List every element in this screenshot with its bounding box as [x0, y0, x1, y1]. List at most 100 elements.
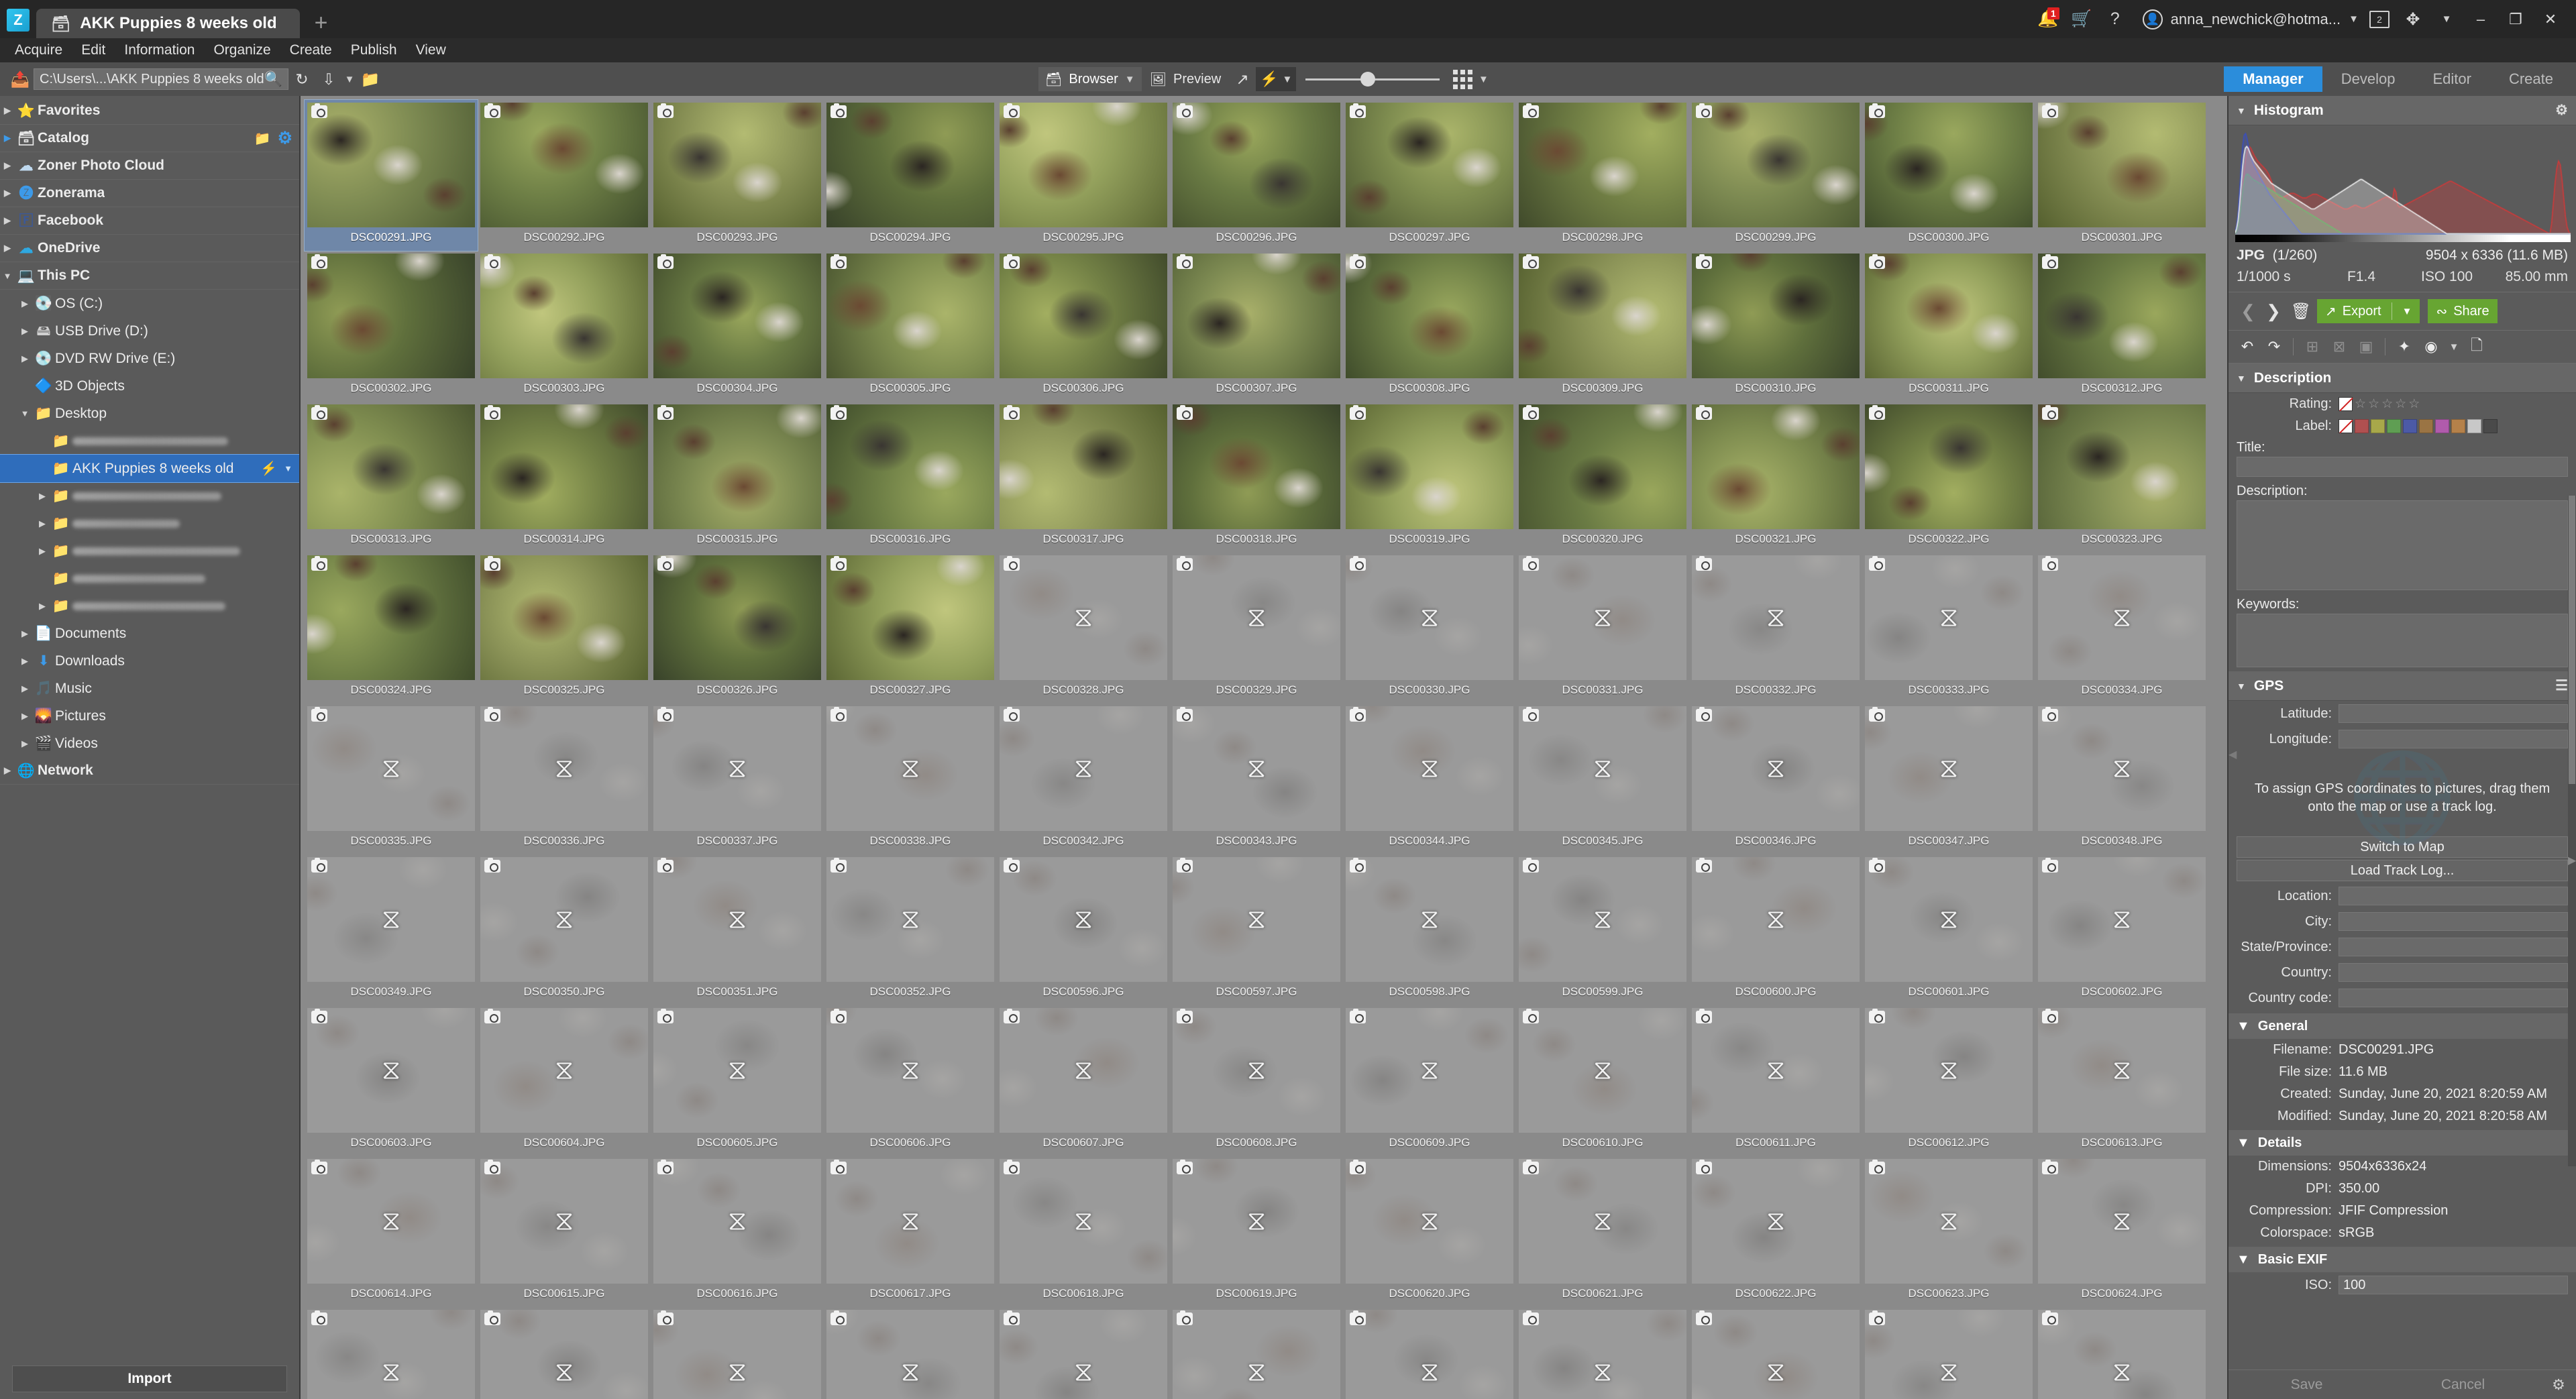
sidebar-item-documents[interactable]: ▶ 📄 Documents [0, 620, 299, 647]
thumbnail-cell[interactable]: ⧖ DSC00613.JPG [2035, 1005, 2208, 1156]
thumbnail-cell[interactable]: ⧖ [997, 1307, 1170, 1399]
label-swatch-8[interactable] [2483, 419, 2498, 433]
import-button[interactable]: Import [12, 1365, 287, 1392]
label-color-swatches[interactable] [2339, 419, 2498, 433]
thumbnail-cell[interactable]: ⧖ DSC00618.JPG [997, 1156, 1170, 1307]
label-swatch-1[interactable] [2371, 419, 2385, 433]
thumbnail-cell[interactable]: ⧖ DSC00334.JPG [2035, 553, 2208, 704]
sidebar-item-zoner-photo-cloud[interactable]: ▶ ☁ Zoner Photo Cloud [0, 152, 299, 180]
thumbnail-cell[interactable]: ⧖ DSC00607.JPG [997, 1005, 1170, 1156]
sidebar-item-akk-puppies-8-weeks-old[interactable]: ▶📁AKK Puppies 8 weeks old⚡▼ [0, 454, 299, 483]
thumbnail-cell[interactable]: ⧖ DSC00336.JPG [478, 704, 651, 854]
thumbnail-cell[interactable]: ⧖ DSC00619.JPG [1170, 1156, 1343, 1307]
longitude-input[interactable] [2339, 730, 2568, 748]
panel-expand-arrow-icon[interactable]: ▶ [2568, 854, 2576, 867]
thumbnail-cell[interactable]: ⧖ [2035, 1307, 2208, 1399]
chevron-right-icon[interactable]: ▶ [17, 683, 32, 694]
thumbnail-cell[interactable]: ⧖ DSC00349.JPG [305, 854, 478, 1005]
panel-settings-gear-icon[interactable]: ⚙ [2541, 1376, 2576, 1394]
switch-to-map-button[interactable]: Switch to Map [2237, 836, 2568, 858]
chevron-right-icon[interactable]: ▶ [17, 656, 32, 667]
lightning-icon[interactable]: ⚡ [260, 460, 277, 477]
stack-icon[interactable]: ◉ [2420, 337, 2442, 357]
menu-organize[interactable]: Organize [204, 40, 280, 60]
label-none-swatch[interactable] [2339, 419, 2353, 433]
thumbnail-cell[interactable]: ⧖ DSC00605.JPG [651, 1005, 824, 1156]
chevron-right-icon[interactable]: ▶ [17, 628, 32, 639]
thumbnail-cell[interactable]: ⧖ DSC00347.JPG [1862, 704, 2035, 854]
fullscreen-chevron-down-icon[interactable]: ▼ [2430, 3, 2463, 36]
country-code-input[interactable] [2339, 989, 2568, 1007]
chevron-right-icon[interactable]: ▶ [17, 738, 32, 749]
sidebar-item-redacted-12[interactable]: ▶📁 [0, 427, 299, 455]
thumbnail-cell[interactable]: ⧖ DSC00600.JPG [1689, 854, 1862, 1005]
description-textarea[interactable] [2237, 500, 2568, 590]
path-input[interactable]: C:\Users\...\AKK Puppies 8 weeks old 🔍 [34, 68, 288, 90]
search-icon[interactable]: 🔍 [264, 70, 282, 88]
rating-stars[interactable]: ☆ ☆ ☆ ☆ ☆ [2339, 396, 2420, 412]
quick-filter-button[interactable]: ⚡ ▼ [1256, 67, 1297, 91]
thumbnail-cell[interactable]: DSC00311.JPG [1862, 251, 2035, 402]
thumbnail-cell[interactable]: ⧖ DSC00622.JPG [1689, 1156, 1862, 1307]
thumbnail-cell[interactable]: ⧖ DSC00330.JPG [1343, 553, 1516, 704]
sidebar-item-pictures[interactable]: ▶ 🌄 Pictures [0, 702, 299, 730]
delete-icon[interactable]: 🗑 [2288, 300, 2314, 323]
sidebar-item-network[interactable]: ▶ 🌐 Network [0, 757, 299, 785]
grid-chevron-down-icon[interactable]: ▼ [1476, 66, 1491, 93]
grid-layout-icon[interactable] [1449, 66, 1476, 93]
histogram-section-header[interactable]: ▼ Histogram ⚙ [2229, 96, 2576, 125]
chevron-right-icon[interactable]: ▶ [0, 133, 15, 144]
thumbnail-cell[interactable]: DSC00306.JPG [997, 251, 1170, 402]
thumbnail-cell[interactable]: ⧖ DSC00604.JPG [478, 1005, 651, 1156]
document-tab[interactable]: 🗃 AKK Puppies 8 weeks old [36, 9, 300, 38]
menu-publish[interactable]: Publish [341, 40, 407, 60]
rotate-right-icon[interactable]: ↷ [2263, 337, 2285, 357]
thumbnail-cell[interactable]: DSC00298.JPG [1516, 100, 1689, 251]
thumbnail-cell[interactable]: ⧖ DSC00350.JPG [478, 854, 651, 1005]
exif-iso-input[interactable]: 100 [2339, 1276, 2568, 1294]
chevron-right-icon[interactable]: ▶ [17, 353, 32, 364]
star-icon[interactable]: ☆ [2355, 396, 2366, 412]
thumbnail-cell[interactable]: ⧖ DSC00599.JPG [1516, 854, 1689, 1005]
open-external-icon[interactable]: ↗ [1229, 66, 1256, 93]
menu-view[interactable]: View [407, 40, 455, 60]
thumbnail-cell[interactable]: DSC00320.JPG [1516, 402, 1689, 553]
rating-none-swatch[interactable] [2339, 397, 2353, 411]
chevron-right-icon[interactable]: ▶ [0, 215, 15, 226]
thumbnail-cell[interactable]: ⧖ [1862, 1307, 2035, 1399]
thumbnail-size-slider[interactable] [1305, 67, 1440, 91]
chevron-right-icon[interactable]: ▶ [17, 711, 32, 722]
thumbnail-cell[interactable]: ⧖ DSC00598.JPG [1343, 854, 1516, 1005]
title-input[interactable] [2237, 457, 2568, 477]
thumbnail-cell[interactable]: ⧖ [651, 1307, 824, 1399]
account-menu[interactable]: 👤 anna_newchick@hotma... ▼ [2132, 9, 2363, 30]
thumbnail-cell[interactable]: DSC00316.JPG [824, 402, 997, 553]
sort-az-icon[interactable]: ⇩ [315, 66, 342, 93]
export-button[interactable]: ↗ Export ▼ [2317, 299, 2420, 323]
chevron-down-icon[interactable]: ▼ [0, 271, 15, 281]
thumbnail-cell[interactable]: DSC00305.JPG [824, 251, 997, 402]
star-icon[interactable]: ☆ [2381, 396, 2393, 412]
thumbnail-cell[interactable]: ⧖ DSC00616.JPG [651, 1156, 824, 1307]
slider-knob[interactable] [1360, 72, 1376, 87]
label-swatch-5[interactable] [2435, 419, 2449, 433]
thumbnail-cell[interactable]: ⧖ DSC00351.JPG [651, 854, 824, 1005]
thumbnail-cell[interactable]: ⧖ DSC00608.JPG [1170, 1005, 1343, 1156]
thumbnail-cell[interactable]: ⧖ [305, 1307, 478, 1399]
thumbnail-cell[interactable]: DSC00325.JPG [478, 553, 651, 704]
latitude-input[interactable] [2339, 704, 2568, 723]
sidebar-item-videos[interactable]: ▶ 🎬 Videos [0, 730, 299, 757]
menu-edit[interactable]: Edit [72, 40, 115, 60]
tab-create[interactable]: Create [2490, 66, 2572, 92]
save-button[interactable]: Save [2229, 1377, 2385, 1393]
thumbnail-cell[interactable]: ⧖ DSC00337.JPG [651, 704, 824, 854]
thumbnail-cell[interactable]: ⧖ DSC00603.JPG [305, 1005, 478, 1156]
thumbnail-cell[interactable]: DSC00301.JPG [2035, 100, 2208, 251]
thumbnail-cell[interactable]: ⧖ DSC00620.JPG [1343, 1156, 1516, 1307]
thumbnail-cell[interactable]: DSC00303.JPG [478, 251, 651, 402]
thumbnail-cell[interactable]: ⧖ DSC00335.JPG [305, 704, 478, 854]
fullscreen-icon[interactable]: ✥ [2396, 3, 2430, 36]
thumbnail-cell[interactable]: DSC00310.JPG [1689, 251, 1862, 402]
sidebar-item-downloads[interactable]: ▶ ⬇ Downloads [0, 647, 299, 675]
chevron-right-icon[interactable]: ▶ [0, 160, 15, 171]
